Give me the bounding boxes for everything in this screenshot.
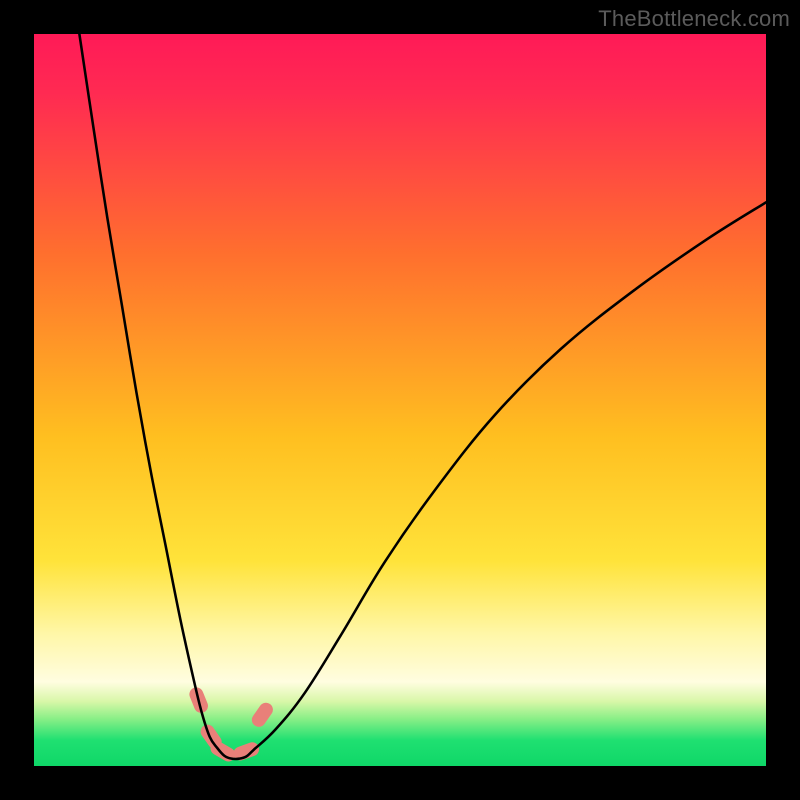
attribution-label: TheBottleneck.com (598, 6, 790, 32)
plot-area (34, 34, 766, 766)
bottleneck-curve (79, 34, 766, 759)
highlight-marker (249, 700, 276, 730)
chart-frame: TheBottleneck.com (0, 0, 800, 800)
markers-group (187, 685, 275, 764)
curve-layer (34, 34, 766, 766)
